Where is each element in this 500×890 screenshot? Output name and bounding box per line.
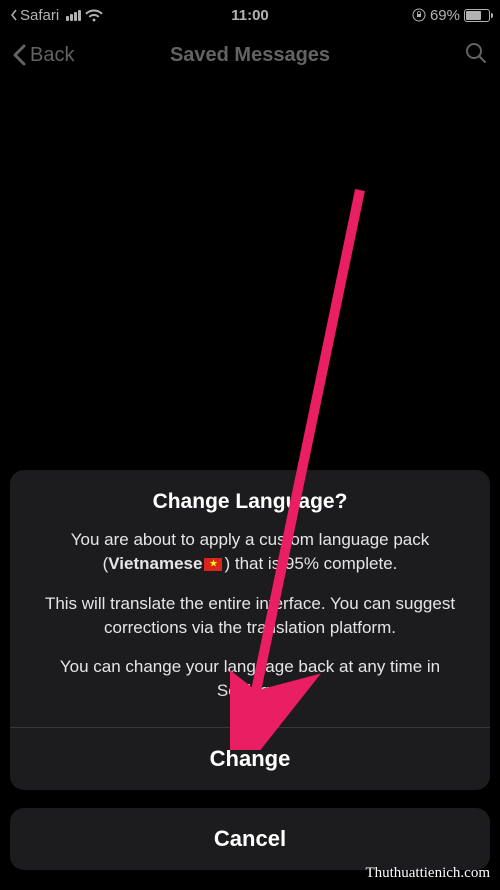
dialog-content: Change Language? You are about to apply … <box>10 470 490 727</box>
dialog-line1-post: ) that is 95% complete. <box>224 554 397 573</box>
language-name: Vietnamese <box>108 554 202 573</box>
dialog-line3: You can change your language back at any… <box>28 655 472 703</box>
vietnam-flag-icon <box>204 558 222 571</box>
dialog-line1: You are about to apply a custom language… <box>28 528 472 576</box>
change-language-dialog: Change Language? You are about to apply … <box>10 470 490 790</box>
cancel-button[interactable]: Cancel <box>10 808 490 870</box>
watermark: Thuthuattienich.com <box>365 865 490 882</box>
dialog-title: Change Language? <box>28 490 472 514</box>
change-button[interactable]: Change <box>10 727 490 790</box>
dialog-line2: This will translate the entire interface… <box>28 592 472 640</box>
